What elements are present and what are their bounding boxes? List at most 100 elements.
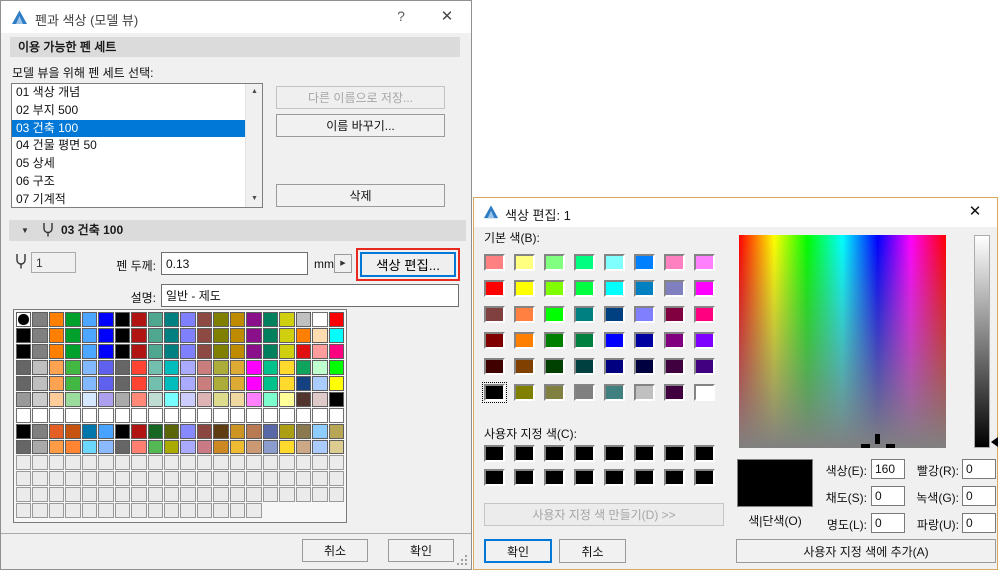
pen-swatch[interactable] — [213, 391, 229, 407]
pen-swatch[interactable] — [81, 423, 98, 439]
basic-color-swatch[interactable] — [664, 332, 685, 349]
pen-swatch-empty[interactable] — [65, 487, 81, 503]
pen-swatch[interactable] — [131, 312, 147, 327]
pen-swatch[interactable] — [65, 423, 81, 439]
pen-swatch[interactable] — [164, 343, 180, 359]
pen-swatch[interactable] — [98, 439, 114, 455]
pen-swatch-empty[interactable] — [180, 487, 196, 503]
pen-swatch[interactable] — [164, 391, 180, 407]
custom-color-swatch[interactable] — [574, 445, 595, 462]
basic-color-swatch[interactable] — [664, 254, 685, 271]
pen-swatch[interactable] — [279, 375, 295, 391]
pen-swatch[interactable] — [16, 407, 32, 423]
pen-swatch[interactable] — [114, 391, 131, 407]
pen-swatch[interactable] — [48, 375, 65, 391]
pen-swatch[interactable] — [32, 359, 48, 375]
pen-swatch-empty[interactable] — [164, 503, 180, 519]
pen-swatch-empty[interactable] — [312, 455, 328, 471]
pen-swatch-empty[interactable] — [114, 471, 131, 487]
pen-swatch[interactable] — [98, 327, 114, 343]
pen-swatch[interactable] — [196, 407, 213, 423]
pen-swatch[interactable] — [114, 343, 131, 359]
pen-swatch-empty[interactable] — [48, 471, 65, 487]
pen-swatch[interactable] — [246, 375, 262, 391]
basic-color-swatch[interactable] — [694, 332, 715, 349]
pen-swatch[interactable] — [180, 375, 196, 391]
pen-swatch[interactable] — [81, 327, 98, 343]
close-icon[interactable]: ✕ — [955, 198, 995, 226]
pen-swatch[interactable] — [48, 407, 65, 423]
basic-color-swatch[interactable] — [574, 332, 595, 349]
pen-swatch[interactable] — [131, 375, 147, 391]
basic-color-swatch[interactable] — [514, 306, 535, 323]
custom-color-swatch[interactable] — [634, 469, 655, 486]
save-as-button[interactable]: 다른 이름으로 저장... — [276, 86, 445, 109]
pen-swatch[interactable] — [180, 327, 196, 343]
basic-color-swatch[interactable] — [514, 332, 535, 349]
pen-swatch[interactable] — [328, 343, 344, 359]
pen-swatch[interactable] — [229, 375, 246, 391]
pen-swatch-empty[interactable] — [229, 471, 246, 487]
pen-swatch[interactable] — [312, 407, 328, 423]
pen-swatch-empty[interactable] — [147, 487, 164, 503]
pen-swatch[interactable] — [32, 423, 48, 439]
basic-color-swatch[interactable] — [544, 358, 565, 375]
pen-swatch[interactable] — [246, 439, 262, 455]
pen-swatch-empty[interactable] — [81, 487, 98, 503]
pen-swatch[interactable] — [213, 423, 229, 439]
pen-swatch[interactable] — [295, 439, 312, 455]
scroll-up-icon[interactable]: ▲ — [246, 84, 262, 100]
pen-swatch[interactable] — [328, 407, 344, 423]
pen-set-item[interactable]: 07 기계적 — [12, 191, 245, 207]
pen-swatch[interactable] — [279, 327, 295, 343]
custom-color-swatch[interactable] — [694, 469, 715, 486]
pen-swatch[interactable] — [295, 375, 312, 391]
pen-swatch-empty[interactable] — [81, 455, 98, 471]
pen-swatch[interactable] — [32, 312, 48, 327]
basic-color-swatch[interactable] — [634, 254, 655, 271]
pen-swatch-empty[interactable] — [164, 487, 180, 503]
pen-swatch-empty[interactable] — [65, 471, 81, 487]
pen-swatch[interactable] — [328, 359, 344, 375]
pen-swatch-empty[interactable] — [246, 487, 262, 503]
pen-swatch[interactable] — [114, 312, 131, 327]
pen-swatch[interactable] — [262, 375, 279, 391]
basic-color-swatch[interactable] — [634, 384, 655, 401]
pen-swatch-empty[interactable] — [196, 471, 213, 487]
pen-swatch[interactable] — [279, 407, 295, 423]
pen-swatch[interactable] — [32, 343, 48, 359]
pen-swatch[interactable] — [312, 359, 328, 375]
pen-swatch[interactable] — [262, 359, 279, 375]
close-icon[interactable]: ✕ — [425, 1, 469, 32]
pen-swatch-empty[interactable] — [213, 471, 229, 487]
pen-swatch[interactable] — [65, 407, 81, 423]
custom-color-swatch[interactable] — [544, 469, 565, 486]
luminance-slider[interactable] — [974, 235, 990, 448]
pen-swatch[interactable] — [48, 391, 65, 407]
pen-swatch[interactable] — [213, 359, 229, 375]
pen-swatch[interactable] — [48, 423, 65, 439]
pen-swatch[interactable] — [164, 312, 180, 327]
pen-swatch[interactable] — [295, 407, 312, 423]
pen-swatch-empty[interactable] — [196, 487, 213, 503]
pen-set-item[interactable]: 01 색상 개념 — [12, 84, 245, 102]
pen-swatch[interactable] — [32, 439, 48, 455]
pen-swatch-empty[interactable] — [48, 503, 65, 519]
pen-swatch[interactable] — [32, 375, 48, 391]
pen-swatch-empty[interactable] — [196, 455, 213, 471]
pen-set-item[interactable]: 02 부지 500 — [12, 102, 245, 120]
pen-swatch[interactable] — [114, 439, 131, 455]
pen-swatch-empty[interactable] — [98, 503, 114, 519]
basic-color-swatch[interactable] — [604, 332, 625, 349]
pen-swatch[interactable] — [279, 343, 295, 359]
pen-swatch[interactable] — [246, 343, 262, 359]
basic-color-swatch[interactable] — [482, 382, 507, 403]
pen-swatch-empty[interactable] — [229, 503, 246, 519]
pen-swatch[interactable] — [262, 423, 279, 439]
pen-swatch[interactable] — [65, 343, 81, 359]
basic-color-swatch[interactable] — [514, 254, 535, 271]
pen-swatch[interactable] — [229, 439, 246, 455]
custom-color-swatch[interactable] — [604, 469, 625, 486]
pen-swatch-empty[interactable] — [16, 503, 32, 519]
basic-color-swatch[interactable] — [634, 332, 655, 349]
